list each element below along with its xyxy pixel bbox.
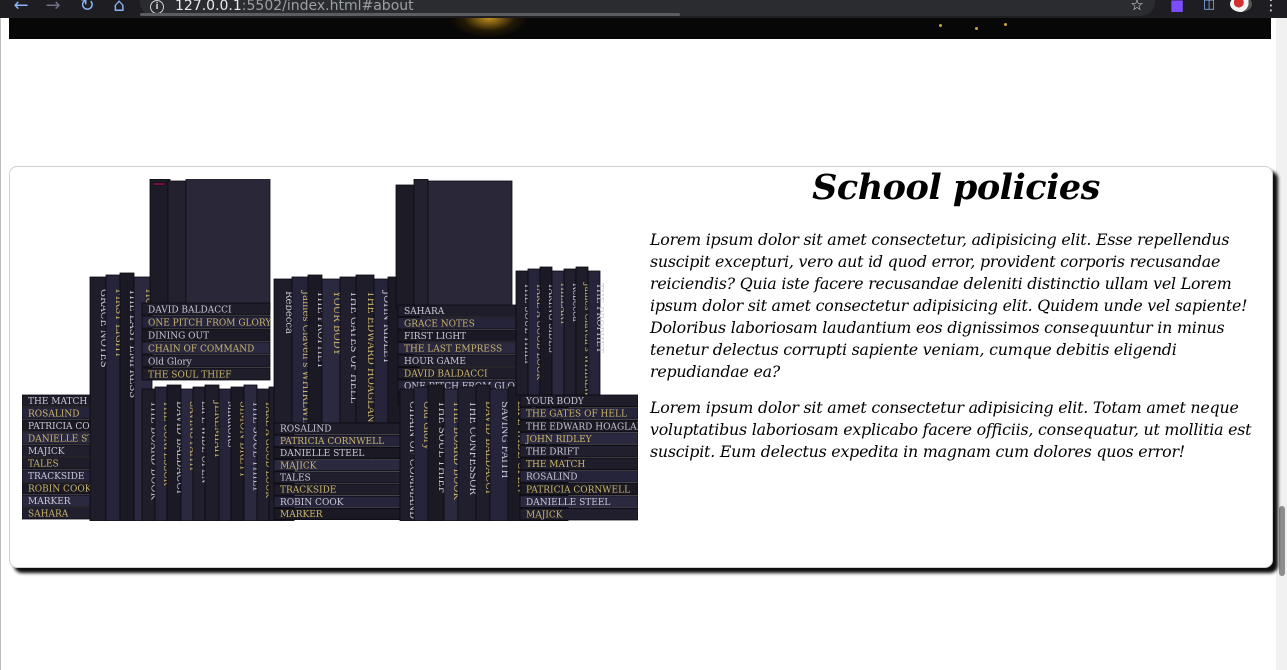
home-icon[interactable]: ⌂	[108, 0, 130, 18]
book-spine-title: Old Glory	[148, 358, 193, 368]
book-spine-title: PATRICIA CORNWELL	[280, 437, 384, 447]
about-text-column: School policies Lorem ipsum dolor sit am…	[650, 167, 1262, 463]
book-spine-title: THE SOUL THIEF	[148, 371, 231, 381]
about-paragraph-2: Lorem ipsum dolor sit amet consectetur a…	[650, 398, 1252, 461]
menu-dots-icon[interactable]: ⋮	[1260, 0, 1282, 15]
book-spine-title: HOUR GAME	[404, 357, 466, 367]
book-upright	[427, 180, 513, 310]
book-spine-title: THE MATCH	[526, 460, 585, 470]
about-card: THE MATCH ROSALIND PATRICIA CORNWELL DANIEL…	[9, 166, 1273, 568]
book-upright	[413, 179, 429, 310]
hero-sparkle	[1004, 23, 1007, 26]
book-spine-title: DINING OUT	[148, 332, 209, 342]
info-icon[interactable]: i	[150, 0, 164, 14]
books-image: THE MATCH ROSALIND PATRICIA CORNWELL DANIEL…	[22, 179, 638, 521]
book-spine-title: DANIELLE STEEL	[526, 498, 610, 508]
book-spine-title: TALES	[280, 474, 311, 484]
book-spine-title: MARKER	[28, 497, 71, 507]
book-spine-title: MAJICK	[526, 511, 563, 521]
about-paragraph-1: Lorem ipsum dolor sit amet consectetur, …	[650, 230, 1248, 381]
book-spine-title: THE LAST EMPRESS	[404, 345, 502, 355]
book-spine-title: THE MATCH	[28, 397, 87, 407]
book-spine-title: THE DRIFT	[526, 448, 579, 458]
reload-icon[interactable]: ↻	[76, 0, 98, 18]
book-spine-title: GRACE NOTES	[404, 320, 475, 330]
book-spine-title: ROSALIND	[526, 473, 577, 483]
book-spine-title: PATRICIA CORNWELL	[526, 485, 630, 495]
bookmark	[152, 182, 166, 186]
book-spine-title: ROSALIND	[280, 425, 331, 435]
avatar[interactable]	[1230, 0, 1252, 12]
book-spine-title: SAHARA	[28, 510, 69, 520]
book-spine-title: ROBIN COOK	[28, 485, 92, 495]
forward-arrow-icon[interactable]: →	[42, 0, 64, 18]
puzzle-extension-icon[interactable]: ■	[1166, 0, 1188, 15]
book-spine-title: FIRST LIGHT	[404, 332, 466, 342]
hero-sparkle	[939, 24, 942, 27]
book-spine-title: ROSALIND	[28, 410, 79, 420]
book-spine-title: MAJICK	[280, 461, 317, 471]
book-spine-title: THE GATES OF HELL	[526, 410, 627, 420]
vertical-scrollbar-thumb[interactable]	[1279, 506, 1285, 576]
url-text[interactable]: 127.0.0.1:5502/index.html#about	[175, 0, 414, 14]
book-upright	[149, 179, 171, 310]
address-bar[interactable]: i 127.0.0.1:5502/index.html#about	[140, 0, 1155, 16]
back-arrow-icon[interactable]: ←	[10, 0, 32, 18]
star-icon[interactable]: ☆	[1126, 0, 1148, 15]
book-upright	[167, 180, 187, 310]
viewport-edge	[0, 18, 1, 670]
load-progress-bar	[140, 13, 680, 16]
browser-toolbar: ← → ↻ ⌂ i 127.0.0.1:5502/index.html#abou…	[0, 0, 1287, 18]
book-spine-title: MAJICK	[28, 447, 65, 457]
hero-sparkle	[975, 27, 978, 30]
cast-icon[interactable]: ◫	[1198, 0, 1220, 15]
book-spine-title: TRACKSIDE	[28, 472, 84, 482]
book-spine-title: JOHN RIDLEY	[525, 435, 593, 445]
book-upright	[395, 184, 415, 310]
books-illustration: THE MATCH ROSALIND PATRICIA CORNWELL DANIEL…	[22, 179, 638, 521]
book-spine-title: THE EDWARD HOAGLAND READER	[526, 422, 638, 432]
book-spine-title: ONE PITCH FROM GLORY	[148, 319, 272, 329]
book-spine-title: MARKER	[280, 510, 323, 520]
book-spine-title: YOUR BODY	[525, 397, 585, 407]
hero-section-bottom	[9, 18, 1271, 39]
hero-glow	[449, 18, 529, 38]
book-spine-title: TALES	[28, 460, 59, 470]
book-spine-title: DAVID BALDACCI	[148, 306, 232, 316]
book-upright	[185, 179, 271, 310]
book-spine-title: CHAIN OF COMMAND	[148, 345, 254, 355]
book-spine-title: DANIELLE STEEL	[280, 449, 364, 459]
book-spine-title: THE PROPHET	[594, 283, 604, 353]
book-spine-title: DAVID BALDACCI	[404, 370, 488, 380]
book-spine-title: TRACKSIDE	[280, 486, 336, 496]
section-title: School policies	[812, 167, 1100, 208]
book-spine-title: ROBIN COOK	[280, 498, 344, 508]
book-spine-title: SAHARA	[404, 307, 445, 317]
